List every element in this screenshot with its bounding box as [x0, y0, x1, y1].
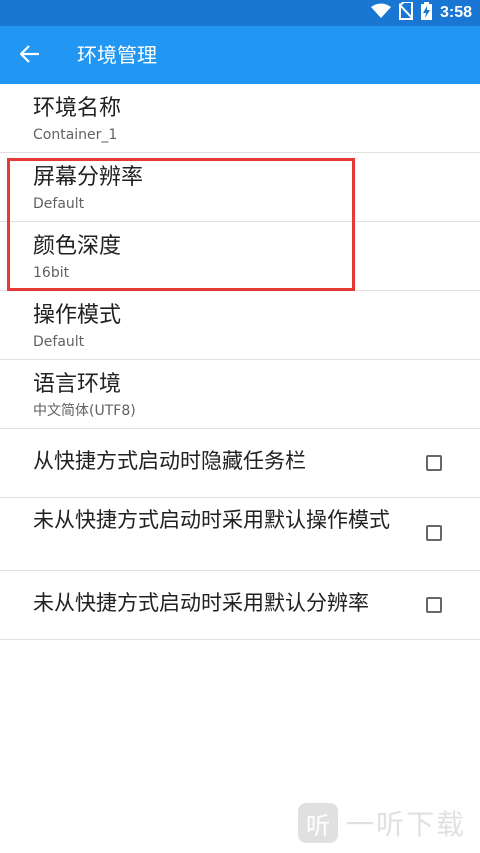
- arrow-back-icon: [19, 45, 40, 67]
- setting-color-depth[interactable]: 颜色深度 16bit: [0, 222, 480, 291]
- option-hide-taskbar[interactable]: 从快捷方式启动时隐藏任务栏: [0, 429, 480, 498]
- app-bar: 环境管理: [0, 26, 480, 84]
- setting-operation-mode[interactable]: 操作模式 Default: [0, 291, 480, 360]
- setting-title: 操作模式: [33, 303, 122, 328]
- back-button[interactable]: [17, 43, 43, 69]
- option-label: 未从快捷方式启动时采用默认分辨率: [33, 591, 369, 615]
- setting-screen-resolution[interactable]: 屏幕分辨率 Default: [0, 153, 480, 222]
- setting-title: 屏幕分辨率: [33, 165, 144, 190]
- setting-value: 16bit: [33, 265, 70, 281]
- battery-charging-icon: [420, 2, 432, 24]
- option-label: 从快捷方式启动时隐藏任务栏: [33, 449, 306, 473]
- setting-value: Default: [33, 334, 85, 350]
- setting-title: 语言环境: [33, 372, 122, 397]
- setting-title: 颜色深度: [33, 234, 122, 259]
- default-operation-mode-checkbox[interactable]: [426, 525, 442, 541]
- option-default-operation-mode[interactable]: 未从快捷方式启动时采用默认操作模式: [0, 498, 480, 571]
- setting-language[interactable]: 语言环境 中文简体(UTF8): [0, 360, 480, 429]
- settings-list: 环境名称 Container_1 屏幕分辨率 Default 颜色深度 16bi…: [0, 84, 480, 640]
- watermark-text: 一听下载: [345, 808, 466, 841]
- setting-value: Container_1: [33, 127, 118, 143]
- setting-value: 中文简体(UTF8): [33, 403, 136, 419]
- no-sim-icon: [398, 1, 414, 24]
- setting-value: Default: [33, 196, 85, 212]
- default-resolution-checkbox[interactable]: [426, 597, 442, 613]
- status-time: 3:58: [439, 4, 472, 21]
- hide-taskbar-checkbox[interactable]: [426, 455, 442, 471]
- status-bar: 3:58: [0, 0, 480, 26]
- watermark: 听 一听下载: [297, 803, 466, 843]
- wifi-icon: [370, 3, 391, 23]
- page-title: 环境管理: [77, 43, 157, 67]
- option-default-resolution[interactable]: 未从快捷方式启动时采用默认分辨率: [0, 571, 480, 640]
- watermark-logo: 听: [297, 803, 338, 843]
- setting-environment-name[interactable]: 环境名称 Container_1: [0, 84, 480, 153]
- setting-title: 环境名称: [33, 96, 122, 121]
- option-label: 未从快捷方式启动时采用默认操作模式: [33, 508, 390, 532]
